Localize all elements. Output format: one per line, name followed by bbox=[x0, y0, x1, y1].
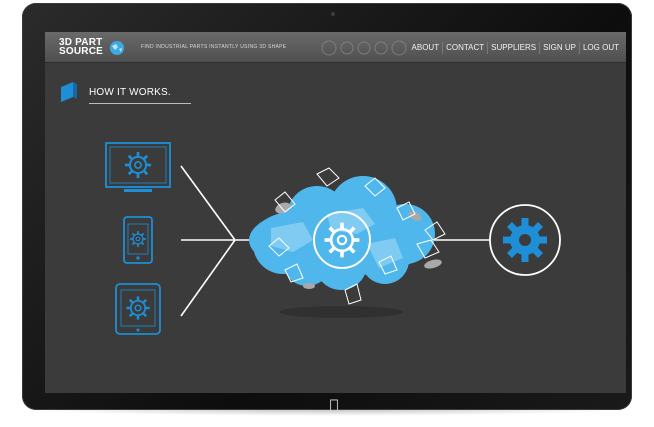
nav-suppliers-link[interactable]: SUPPLIERS bbox=[487, 41, 539, 54]
brand-logo[interactable]: 3D PART SOURCE bbox=[59, 38, 105, 57]
website-screen: 3D PART SOURCE FIND INDUSTRIAL PARTS INS… bbox=[45, 32, 626, 393]
monitor-gear-icon bbox=[105, 142, 171, 192]
apple-logo-icon:  bbox=[324, 396, 344, 414]
output-gear-icon bbox=[489, 204, 561, 276]
tablet-gear-icon bbox=[115, 283, 161, 335]
section-divider bbox=[89, 103, 191, 104]
phone-gear-icon bbox=[123, 216, 153, 264]
section-title: HOW IT WORKS. bbox=[89, 87, 171, 98]
cube-icon bbox=[61, 82, 77, 102]
how-it-works-diagram bbox=[105, 142, 561, 335]
nav-links: ABOUT CONTACT SUPPLIERS SIGN UP LOG OUT bbox=[409, 32, 622, 63]
nav-contact-link[interactable]: CONTACT bbox=[442, 41, 487, 54]
cloud-gear-icon bbox=[249, 167, 446, 318]
nav-log-out-link[interactable]: LOG OUT bbox=[578, 41, 622, 54]
top-navigation-bar: 3D PART SOURCE FIND INDUSTRIAL PARTS INS… bbox=[45, 32, 626, 63]
tagline: FIND INDUSTRIAL PARTS INSTANTLY USING 3D… bbox=[141, 44, 287, 50]
decorative-watermark-icon bbox=[321, 40, 407, 56]
camera-dot bbox=[331, 12, 335, 16]
nav-about-link[interactable]: ABOUT bbox=[409, 42, 443, 54]
nav-sign-up-link[interactable]: SIGN UP bbox=[539, 41, 579, 54]
globe-icon bbox=[110, 41, 124, 55]
logo-line-2: SOURCE bbox=[59, 46, 103, 57]
